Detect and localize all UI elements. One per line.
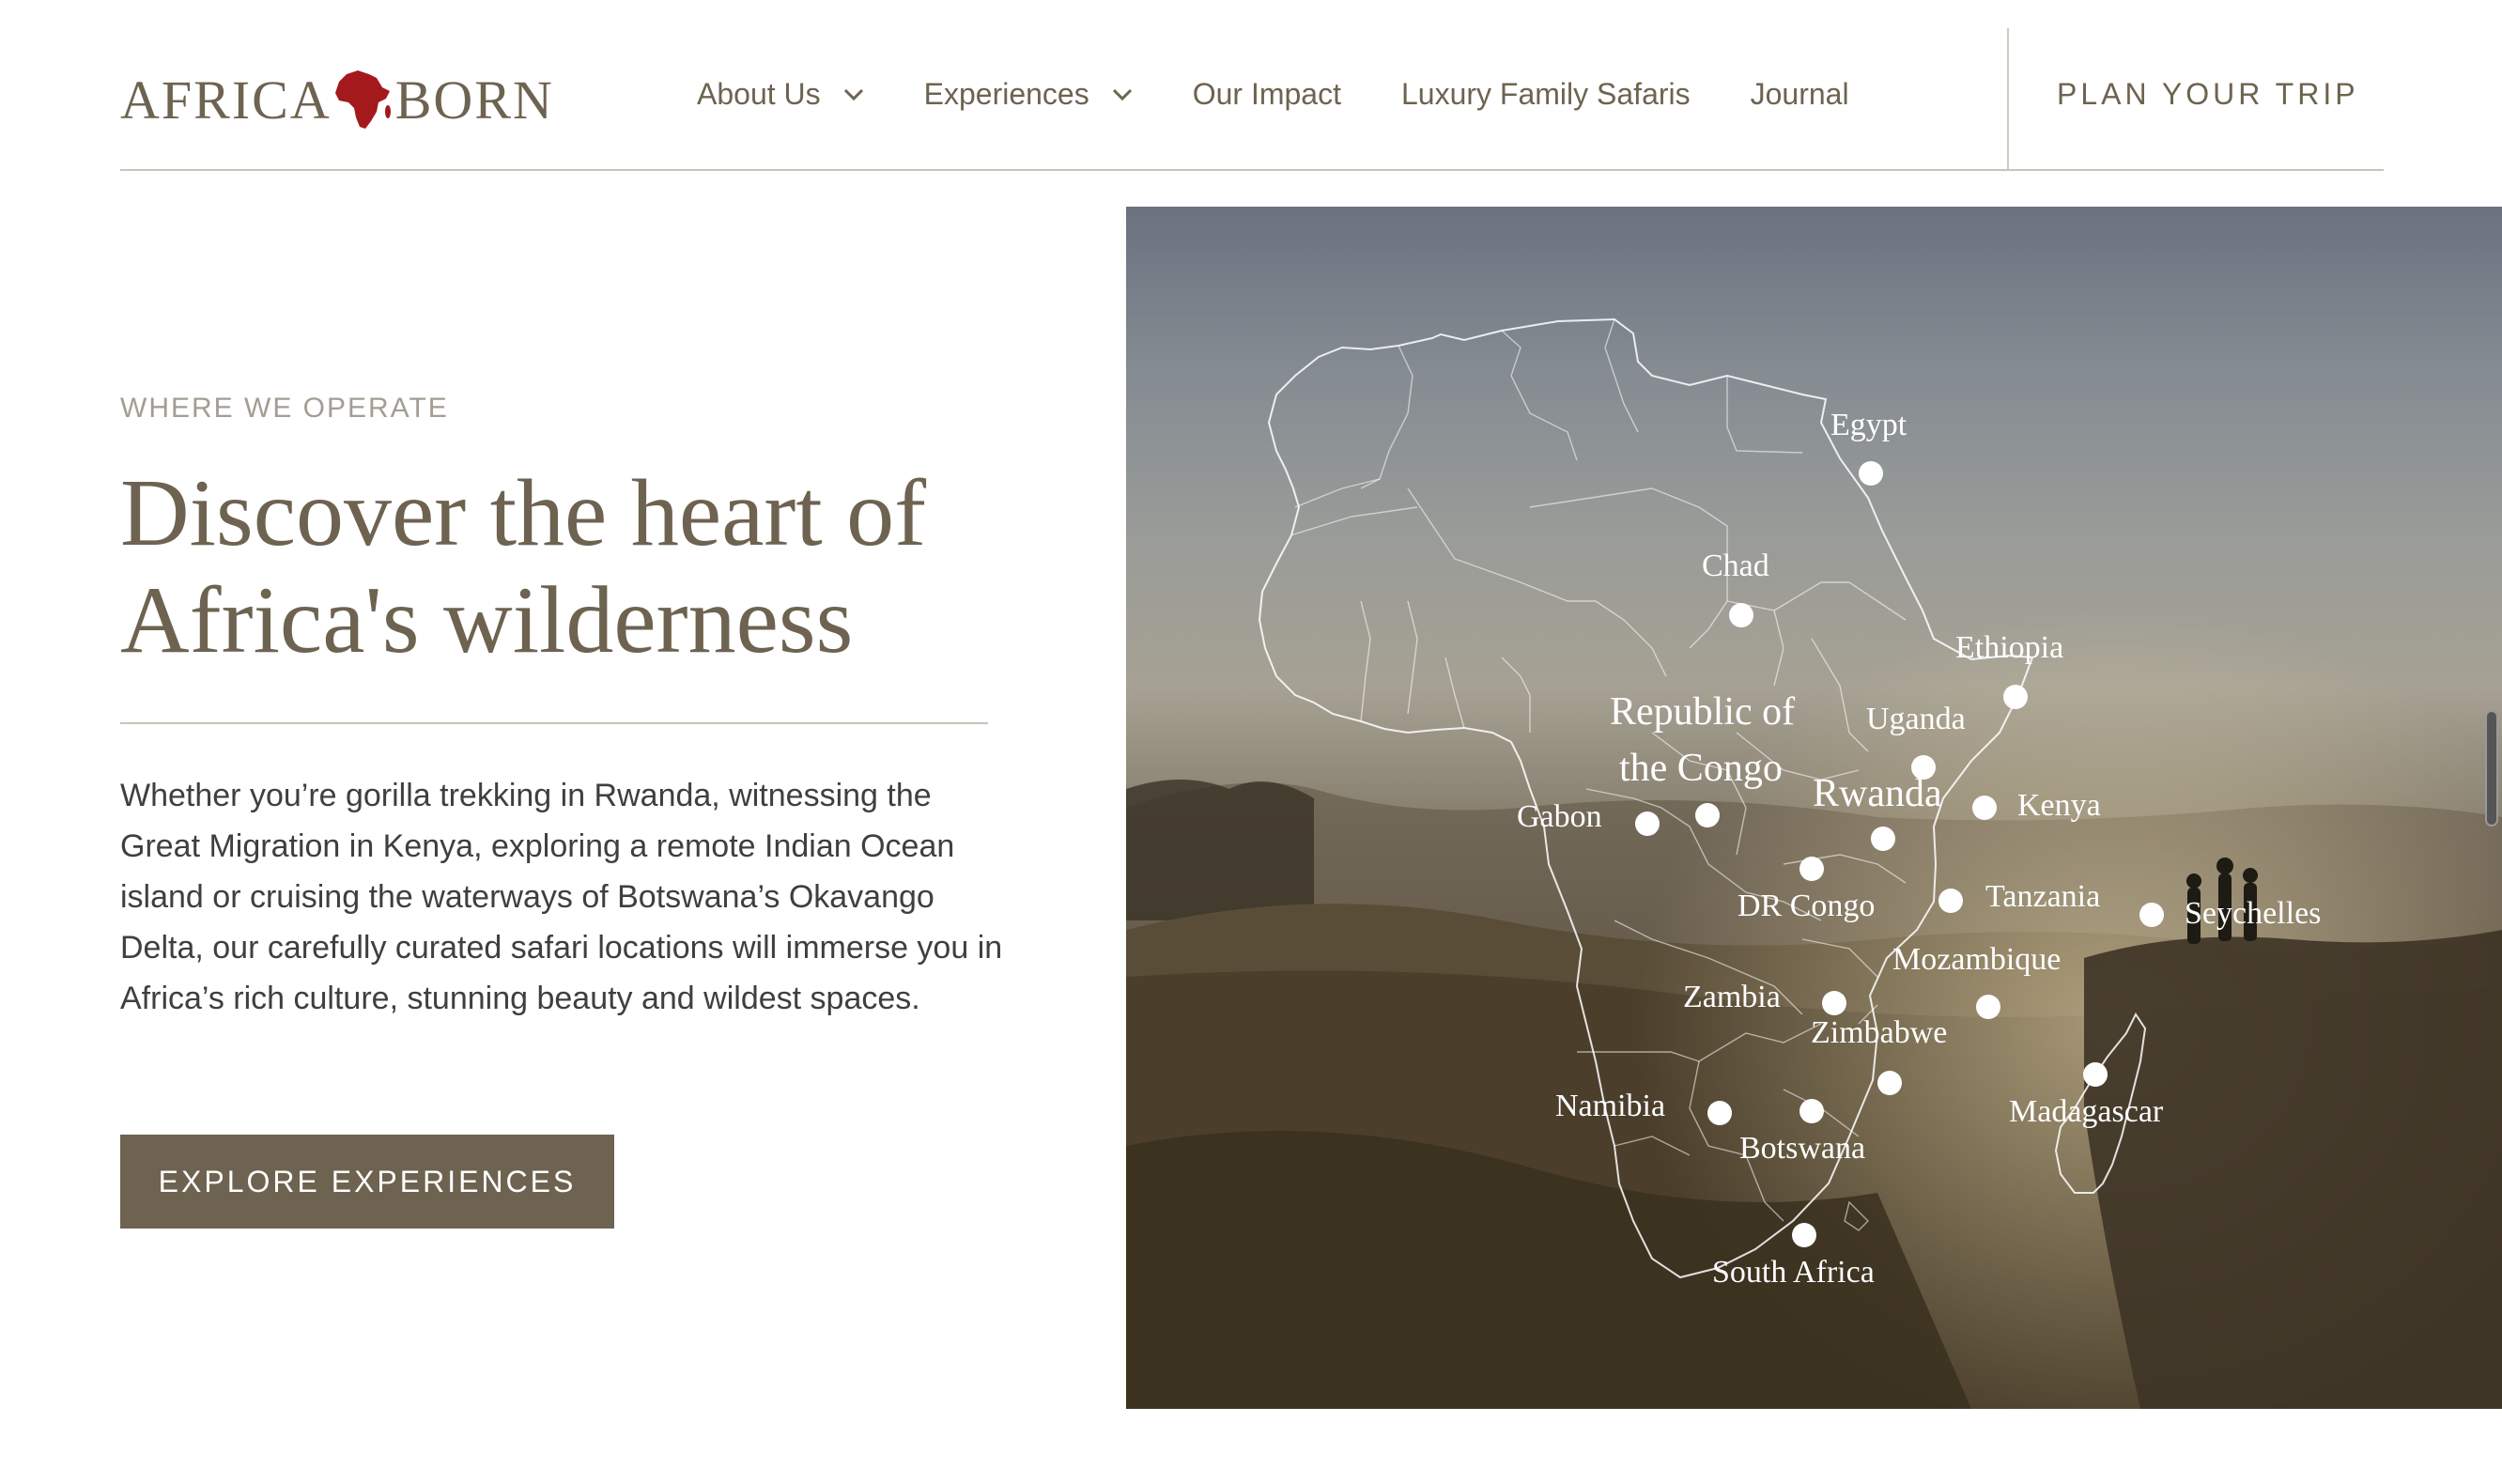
nav-label: About Us — [697, 77, 821, 111]
map-label-botswana: Botswana — [1739, 1131, 1865, 1166]
nav-luxury-family-safaris[interactable]: Luxury Family Safaris — [1401, 77, 1691, 112]
map-label-tanzania: Tanzania — [1985, 879, 2100, 914]
map-label-zambia: Zambia — [1683, 980, 1781, 1014]
map-label-namibia: Namibia — [1555, 1089, 1665, 1123]
map-label-ethiopia: Ethiopia — [1955, 630, 2063, 665]
africa-outline-map: Egypt Chad Ethiopia Republic of the Cong… — [1258, 317, 2321, 1290]
map-label-dr-congo: DR Congo — [1738, 889, 1875, 923]
content-divider — [120, 722, 988, 724]
intro-paragraph: Whether you’re gorilla trekking in Rwand… — [120, 778, 1003, 1016]
nav-journal[interactable]: Journal — [1751, 77, 1849, 112]
map-label-gabon: Gabon — [1517, 799, 1602, 834]
map-label-mozambique: Mozambique — [1892, 942, 2061, 977]
title-line-2: Africa's wilderness — [120, 567, 854, 673]
map-label-uganda: Uganda — [1866, 702, 1966, 736]
map-label-madagascar: Madagascar — [2009, 1094, 2164, 1129]
map-label-republic-of-congo-2: the Congo — [1619, 747, 1783, 790]
nav-label: Journal — [1750, 77, 1849, 111]
map-label-seychelles: Seychelles — [2185, 896, 2321, 931]
nav-about-us[interactable]: About Us — [697, 77, 864, 112]
nav-our-impact[interactable]: Our Impact — [1193, 77, 1341, 112]
page-title: Discover the heart of Africa's wildernes… — [120, 460, 1041, 674]
map-label-egypt: Egypt — [1830, 408, 1907, 442]
plan-your-trip-button[interactable]: PLAN YOUR TRIP — [2057, 77, 2359, 112]
chevron-down-icon — [843, 88, 863, 100]
africa-logo-icon — [334, 70, 391, 129]
explore-experiences-button[interactable]: EXPLORE EXPERIENCES — [120, 1135, 614, 1229]
header-divider — [2007, 28, 2009, 171]
logo[interactable]: AFRICA BORN — [120, 66, 554, 133]
nav-label: Luxury Family Safaris — [1400, 77, 1691, 111]
logo-text-born: BORN — [394, 69, 554, 131]
header-rule — [120, 169, 2384, 171]
logo-text-africa: AFRICA — [120, 69, 332, 131]
map-label-zimbabwe: Zimbabwe — [1811, 1015, 1947, 1050]
map-label-republic-of-congo-1: Republic of — [1610, 690, 1795, 734]
map-label-south-africa: South Africa — [1712, 1255, 1875, 1290]
title-line-1: Discover the heart of — [120, 460, 927, 566]
nav-experiences[interactable]: Experiences — [924, 77, 1133, 112]
main-nav: About Us Experiences Our Impact Luxury F… — [697, 77, 1909, 112]
nav-label: Experiences — [923, 77, 1089, 111]
nav-label: Our Impact — [1192, 77, 1341, 111]
map-label-rwanda: Rwanda — [1813, 772, 1942, 815]
site-header: AFRICA BORN About Us Experiences Our Imp… — [0, 0, 2502, 171]
map-label-kenya: Kenya — [2017, 788, 2101, 823]
scrollbar-thumb[interactable] — [2485, 710, 2498, 827]
africa-map-panel: Egypt Chad Ethiopia Republic of the Cong… — [1126, 207, 2502, 1409]
section-eyebrow: WHERE WE OPERATE — [120, 393, 449, 424]
map-label-chad: Chad — [1702, 549, 1769, 583]
chevron-down-icon — [1112, 88, 1132, 100]
